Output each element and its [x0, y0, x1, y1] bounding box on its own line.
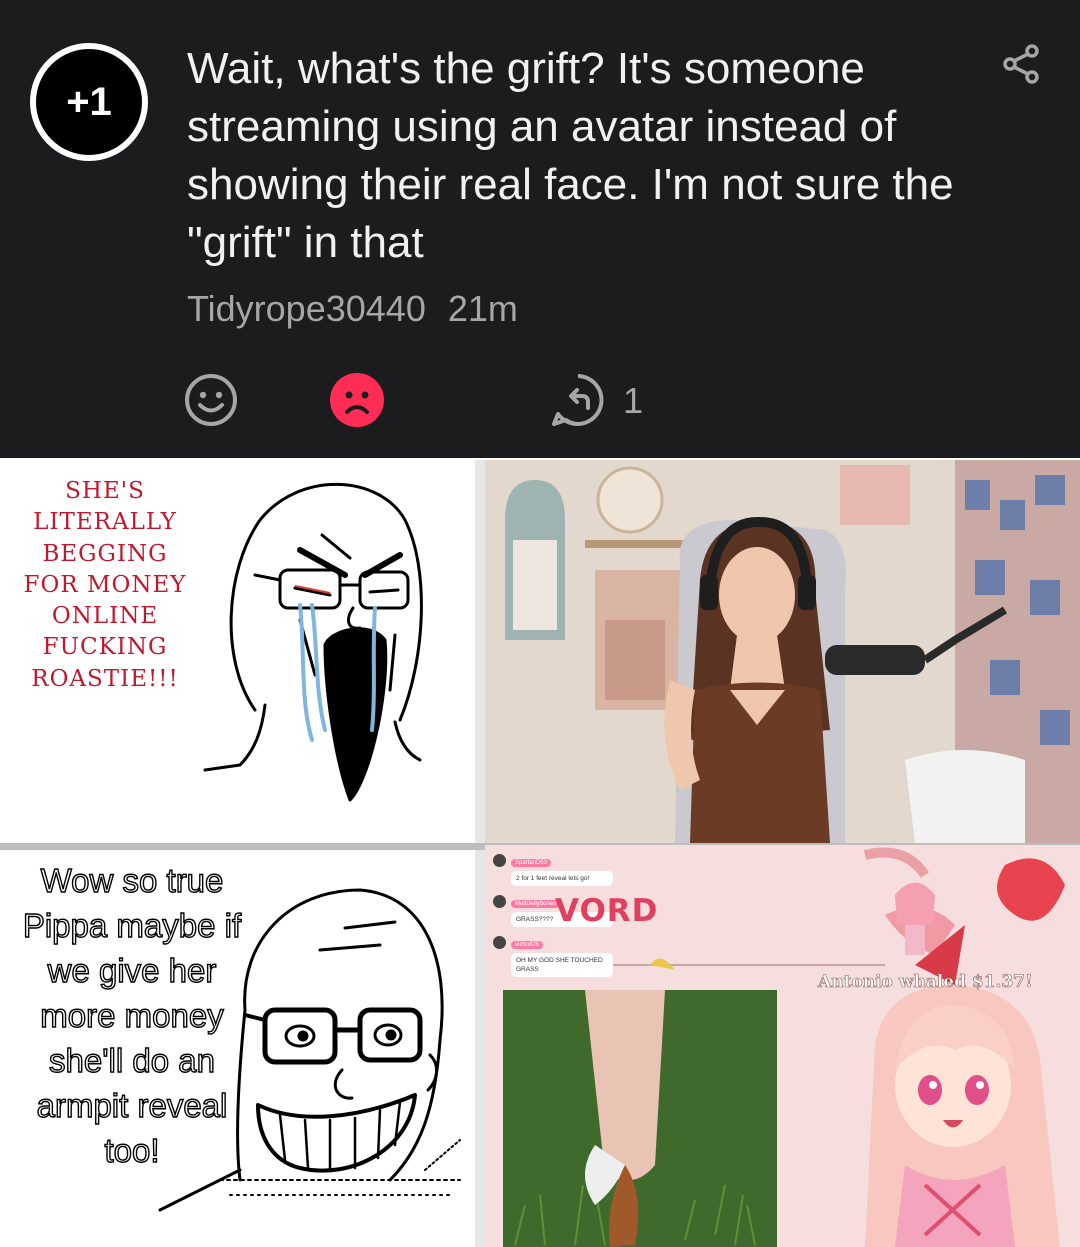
- chat-message: vizbo826 OH MY GOD SHE TOUCHED GRASS: [493, 933, 613, 977]
- share-icon[interactable]: [1002, 44, 1040, 84]
- chat-message: SpartanD63 2 for 1 feet reveal lets go!: [493, 851, 613, 886]
- chat-username: MultiJellybones: [511, 900, 561, 908]
- vtuber-stream-panel: SpartanD63 2 for 1 feet reveal lets go! …: [485, 845, 1080, 1247]
- chat-text: OH MY GOD SHE TOUCHED GRASS: [511, 953, 613, 977]
- chat-avatar: [493, 895, 506, 908]
- username[interactable]: Tidyrope30440: [187, 288, 426, 329]
- chat-text: 2 for 1 feet reveal lets go!: [511, 871, 613, 886]
- reply-icon[interactable]: [550, 372, 606, 428]
- crying-wojak-drawing: [203, 482, 423, 802]
- frown-icon[interactable]: [329, 372, 385, 428]
- word-banner: VORD: [555, 893, 659, 929]
- donation-alert: Antonio whaled $1.37!: [818, 972, 1033, 993]
- panel-divider-vertical: [475, 460, 485, 1247]
- comment-card: +1 Wait, what's the grift? It's someone …: [0, 0, 1080, 458]
- chat-username: vizbo826: [511, 941, 544, 949]
- comment-text: Wait, what's the grift? It's someone str…: [187, 44, 954, 267]
- chat-avatar: [493, 936, 506, 949]
- reply-count: 1: [623, 380, 644, 421]
- happy-caption: Wow so true Pippa maybe if we give her m…: [22, 861, 242, 1169]
- chat-avatar: [493, 854, 506, 867]
- smile-icon[interactable]: [183, 372, 239, 428]
- chat-username: SpartanD63: [511, 859, 552, 867]
- streamer-photo-panel: [485, 460, 1080, 843]
- streamer-photo: [485, 460, 1080, 843]
- crying-wojak-panel: SHE'S LITERALLY BEGGING FOR MONEY ONLINE…: [0, 460, 475, 843]
- comment-meta: Tidyrope30440 21m: [187, 288, 518, 330]
- plus-one-badge[interactable]: +1: [30, 43, 148, 161]
- timestamp: 21m: [447, 288, 518, 329]
- smiling-wojak-panel: Wow so true Pippa maybe if we give her m…: [0, 850, 475, 1247]
